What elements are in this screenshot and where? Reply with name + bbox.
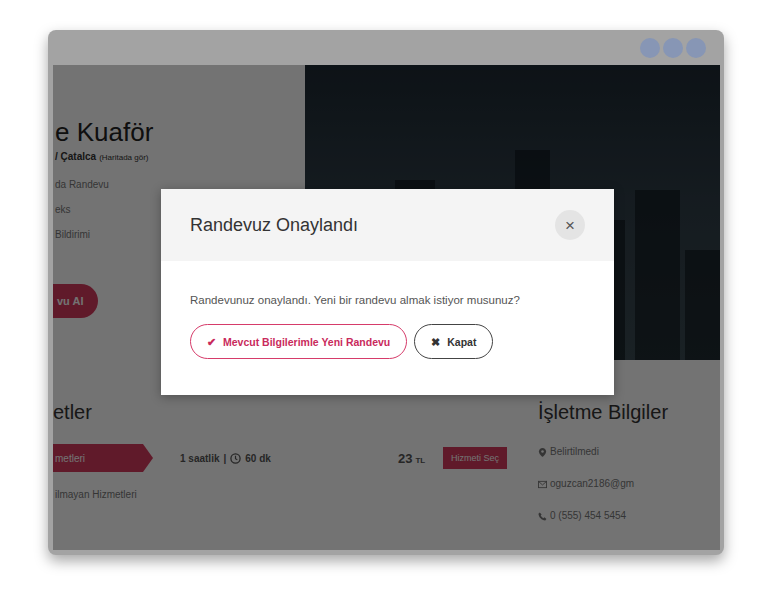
button-label: Mevcut Bilgilerimle Yeni Randevu [223,336,390,348]
window-dot[interactable] [663,38,683,58]
modal-title: Randevuz Onaylandı [190,215,358,236]
close-button[interactable]: × [555,210,585,240]
modal-message: Randevunuz onaylandı. Yeni bir randevu a… [190,293,585,307]
check-icon: ✔ [207,336,216,348]
modal-body: Randevunuz onaylandı. Yeni bir randevu a… [161,261,614,395]
page-content: e Kuaför/ Çatalca(Haritada gör)da Randev… [53,65,720,550]
window-dot[interactable] [640,38,660,58]
close-modal-button[interactable]: ✖ Kapat [414,324,493,359]
browser-titlebar [48,30,724,65]
confirmation-modal: Randevuz Onaylandı × Randevunuz onaylandı.… [161,189,614,395]
modal-buttons: ✔ Mevcut Bilgilerimle Yeni Randevu ✖ Kapat [190,324,585,359]
window-dot[interactable] [686,38,706,58]
x-icon: ✖ [431,336,440,348]
new-appointment-button[interactable]: ✔ Mevcut Bilgilerimle Yeni Randevu [190,324,407,359]
browser-window: e Kuaför/ Çatalca(Haritada gör)da Randev… [48,30,724,555]
button-label: Kapat [447,336,476,348]
modal-header: Randevuz Onaylandı × [161,189,614,261]
